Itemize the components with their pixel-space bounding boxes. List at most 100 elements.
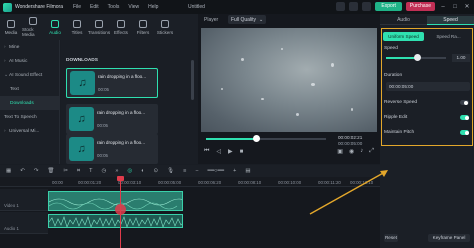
transitions-icon: [95, 19, 103, 28]
menu-edit[interactable]: Edit: [90, 4, 99, 10]
redo-icon[interactable]: ↷: [34, 168, 39, 174]
ai-icon[interactable]: ◎: [127, 168, 132, 174]
tool-effects[interactable]: Effects: [110, 14, 132, 40]
zoom-in-icon[interactable]: +: [233, 168, 236, 174]
tool-stickers[interactable]: Stickers: [154, 14, 176, 40]
marker-icon[interactable]: ⊙: [154, 168, 159, 174]
ruler-label: 00:00:08:10: [238, 180, 262, 185]
nav-ai-sound-effect[interactable]: ⌄ AI Sound Effect: [0, 68, 59, 82]
menu-view[interactable]: View: [128, 4, 139, 10]
project-title: Untitled: [188, 4, 205, 10]
title-bar: Wondershare Filmora File Edit Tools View…: [0, 0, 474, 14]
effects-icon: [117, 19, 125, 28]
media-item[interactable]: ♫ rain dropping in a floo... 00:05: [66, 134, 158, 164]
zoom-out-icon[interactable]: −: [195, 168, 198, 174]
menu-file[interactable]: File: [73, 4, 81, 10]
nav-label: Text To Speech: [4, 114, 37, 120]
tool-media[interactable]: Media: [0, 14, 22, 40]
media-icon: [7, 19, 15, 28]
tool-filters[interactable]: Filters: [132, 14, 154, 40]
filmora-logo-icon: [3, 2, 12, 12]
playhead-handle[interactable]: [117, 176, 124, 181]
grid-icon[interactable]: ▤: [245, 168, 250, 174]
player-panel: Player Full Quality ⌄ 00:00:02:21 00:00:0…: [198, 14, 380, 164]
tab-speed[interactable]: Speed: [427, 16, 474, 25]
menu-bar: File Edit Tools View Help: [73, 4, 158, 10]
playback-progress[interactable]: [206, 138, 326, 140]
audio-track-header: Audio 1: [0, 212, 48, 234]
media-item[interactable]: ♫ rain dropping in a floo... 00:05: [66, 104, 158, 134]
undo-icon[interactable]: ↶: [20, 168, 25, 174]
menu-tools[interactable]: Tools: [108, 4, 120, 10]
nav-text-to-speech[interactable]: Text To Speech: [0, 110, 59, 124]
nav-label: Text: [10, 86, 19, 92]
keyframe-panel-button[interactable]: Keyframe Panel: [428, 234, 470, 242]
prev-frame-icon[interactable]: ⏮: [204, 148, 209, 155]
tool-titles[interactable]: Titles: [66, 14, 88, 40]
tool-stock-media[interactable]: Stock Media: [22, 14, 44, 40]
timeline-ruler[interactable]: 00:00 00:00:01:20 00:00:03:10 00:00:05:0…: [0, 177, 380, 187]
crop-icon[interactable]: ⌗: [77, 168, 80, 175]
tab-audio[interactable]: Audio: [380, 16, 427, 25]
ruler-label: 00:00:13:10: [350, 180, 374, 185]
media-item-duration: 00:05: [97, 123, 108, 128]
total-time: 00:00:05:00: [338, 141, 363, 146]
volume-icon[interactable]: ♪: [360, 148, 363, 155]
step-back-icon[interactable]: ◁: [216, 148, 221, 155]
text-icon[interactable]: T: [89, 168, 92, 174]
zoom-slider[interactable]: ━━○━━: [208, 168, 225, 174]
quality-select[interactable]: Full Quality ⌄: [228, 15, 267, 24]
tool-audio[interactable]: Audio: [44, 14, 66, 40]
property-tabs: Audio Speed: [380, 16, 474, 25]
track-name: Audio 1: [4, 226, 19, 231]
color-icon[interactable]: ◐: [141, 168, 144, 174]
snapshot-icon[interactable]: ◉: [349, 148, 354, 155]
mic-icon[interactable]: 🎙: [167, 168, 174, 174]
playhead-marker: [115, 204, 126, 215]
audio-mix-icon[interactable]: ≡: [183, 168, 186, 174]
ruler-label: 00:00:11:20: [318, 180, 341, 185]
nav-text[interactable]: Text: [0, 82, 59, 96]
ruler-label: 00:00:10:00: [278, 180, 302, 185]
more-icon[interactable]: »: [115, 168, 118, 174]
section-title: DOWNLOADS: [66, 58, 98, 63]
media-scrollbar[interactable]: [191, 60, 194, 100]
media-item[interactable]: ♫ rain dropping in a floo... 00:05: [66, 68, 158, 98]
layout-icon[interactable]: ▦: [6, 168, 11, 174]
playback-scrubber[interactable]: [253, 135, 261, 142]
ruler-label: 00:00:06:20: [198, 180, 222, 185]
close-icon[interactable]: ✕: [463, 3, 471, 10]
player-label: Player: [204, 17, 219, 23]
reset-button[interactable]: Reset: [384, 234, 398, 242]
display-icon[interactable]: ▣: [337, 148, 343, 155]
ruler-label: 00:00: [52, 180, 63, 185]
menu-help[interactable]: Help: [148, 4, 158, 10]
upload-icon[interactable]: [336, 2, 346, 11]
nav-universal-music[interactable]: › Universal Mi...: [0, 124, 59, 138]
track-name: Video 1: [4, 203, 19, 208]
tool-label: Media: [4, 29, 18, 35]
play-icon[interactable]: ▶: [228, 148, 233, 155]
tool-label: Transitions: [87, 29, 111, 35]
filters-icon: [139, 19, 147, 28]
nav-mine[interactable]: › Mine: [0, 40, 59, 54]
maximize-icon[interactable]: □: [451, 4, 459, 10]
purchase-button[interactable]: Purchase: [405, 2, 435, 11]
nav-ai-music[interactable]: › AI Music: [0, 54, 59, 68]
player-options: ▣ ◉ ♪ ⤢: [337, 148, 374, 155]
cloud-icon[interactable]: [349, 2, 359, 11]
timeline-toolbar: ▦ ↶ ↷ 🗑 ✂ ⌗ T ◷ » ◎ ◐ ⊙ 🎙 ≡ − ━━○━━ + ▤: [0, 165, 380, 177]
audio-clip[interactable]: [48, 214, 183, 228]
speed-icon[interactable]: ◷: [102, 168, 107, 174]
fullscreen-icon[interactable]: ⤢: [369, 148, 374, 155]
tool-transitions[interactable]: Transitions: [88, 14, 110, 40]
delete-icon[interactable]: 🗑: [47, 168, 54, 174]
export-button[interactable]: Export: [375, 2, 402, 11]
minimize-icon[interactable]: –: [439, 4, 447, 10]
split-icon[interactable]: ✂: [63, 168, 68, 174]
nav-downloads[interactable]: Downloads: [0, 96, 59, 110]
media-item-title: rain dropping in a floo...: [97, 140, 146, 145]
tool-label: Effects: [114, 29, 128, 35]
stop-icon[interactable]: ■: [240, 149, 244, 155]
gift-icon[interactable]: [362, 2, 372, 11]
